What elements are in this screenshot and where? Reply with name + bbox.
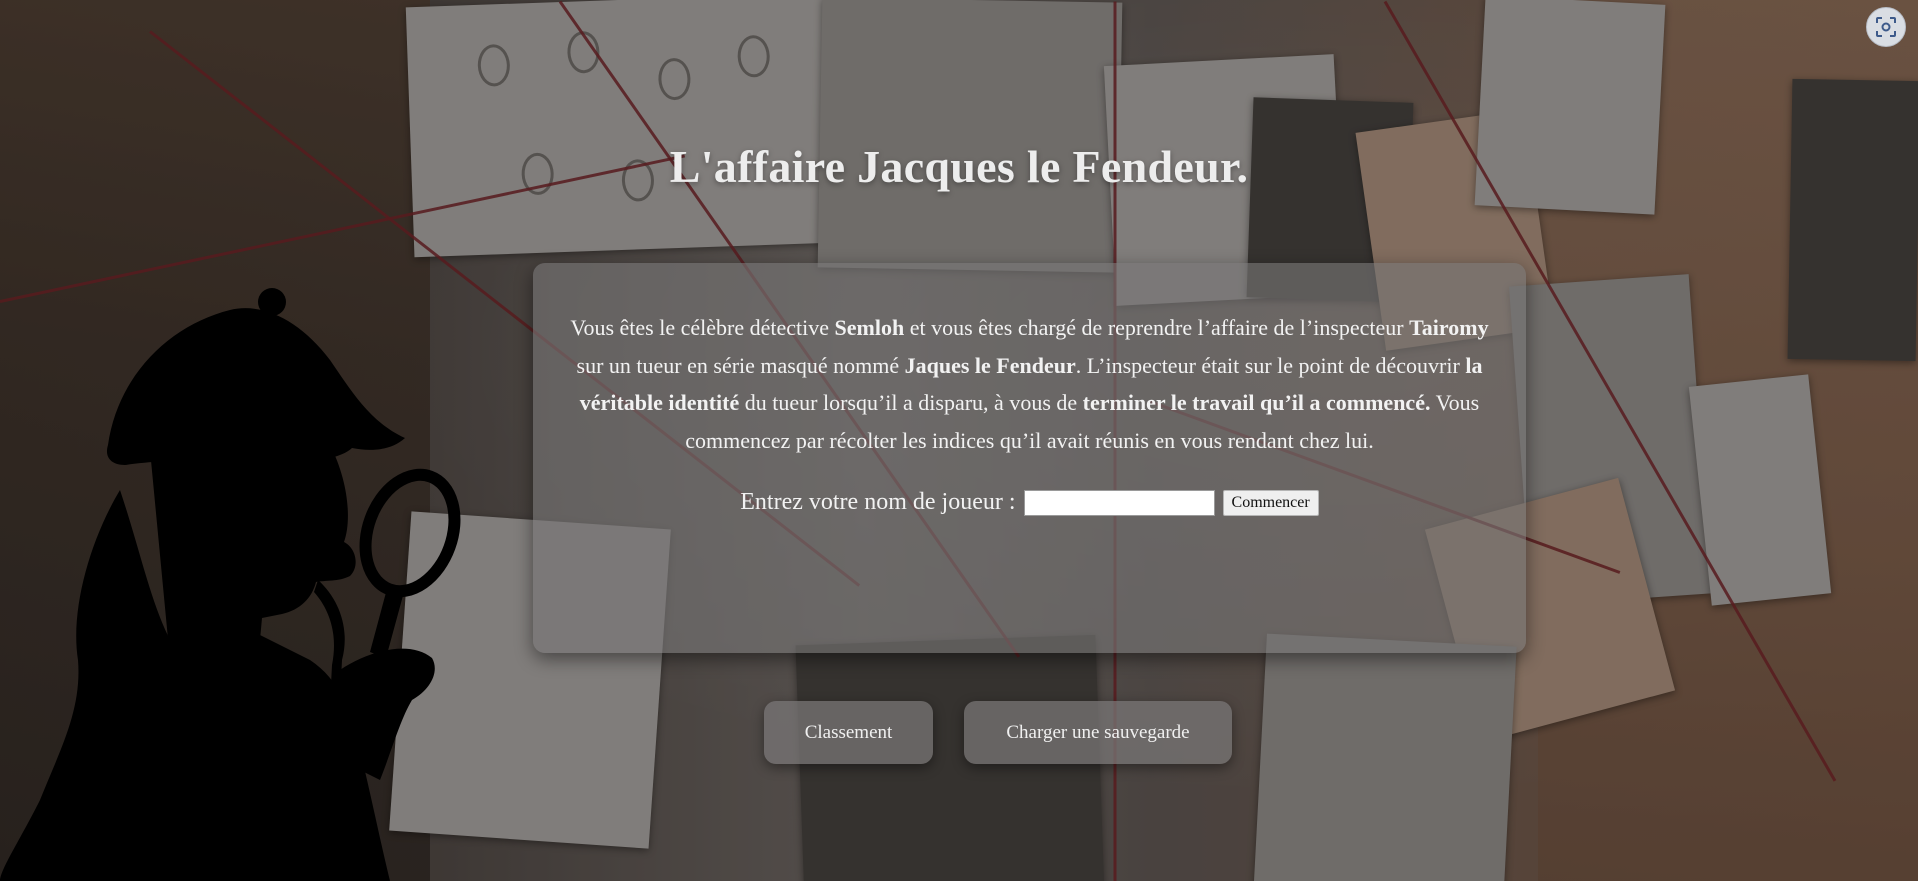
load-save-button[interactable]: Charger une sauvegarde — [964, 701, 1232, 764]
player-name-label: Entrez votre nom de joueur : — [740, 489, 1016, 515]
player-name-input[interactable] — [1023, 489, 1215, 516]
app-frame: L'affaire Jacques le Fendeur. Vous êtes … — [0, 0, 1918, 881]
intro-text: Vous êtes le célèbre détective — [570, 315, 835, 340]
intro-paragraph: Vous êtes le célèbre détective Semloh et… — [563, 309, 1496, 459]
player-name-form: Entrez votre nom de joueur : Commencer — [563, 489, 1496, 516]
intro-card: Vous êtes le célèbre détective Semloh et… — [533, 263, 1526, 653]
ranking-button[interactable]: Classement — [764, 701, 933, 764]
screen-capture-icon — [1876, 17, 1896, 37]
start-button[interactable]: Commencer — [1222, 489, 1319, 516]
detective-silhouette-icon — [0, 288, 461, 881]
killer-name: Jaques le Fendeur — [904, 352, 1076, 378]
inspector-name: Tairomy — [1409, 315, 1489, 340]
intro-emphasis: terminer le travail qu’il a commencé. — [1082, 390, 1431, 415]
page-title: L'affaire Jacques le Fendeur. — [669, 141, 1249, 192]
intro-text: . L’inspecteur était sur le point de déc… — [1075, 352, 1466, 378]
intro-text: sur un tueur en série masqué nommé — [576, 352, 905, 378]
detective-name: Semloh — [834, 315, 905, 340]
intro-text: et vous êtes chargé de reprendre l’affai… — [904, 315, 1410, 340]
screen-capture-button[interactable] — [1866, 7, 1906, 47]
intro-text: du tueur lorsqu’il a disparu, à vous de — [739, 390, 1083, 415]
